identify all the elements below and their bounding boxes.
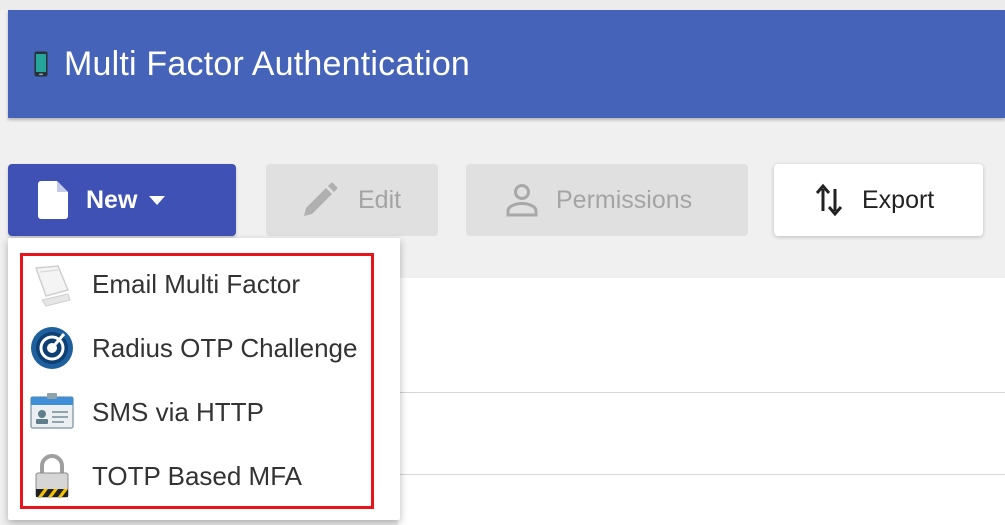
app-header: Multi Factor Authentication (8, 10, 1005, 118)
id-card-icon (30, 393, 74, 429)
new-button-label: New (86, 185, 138, 214)
content-panel (398, 278, 1005, 525)
menu-item-label: Radius OTP Challenge (92, 332, 358, 363)
caret-down-icon (149, 195, 166, 205)
new-button[interactable]: New (8, 164, 236, 236)
menu-item-sms-via-http[interactable]: SMS via HTTP (22, 382, 372, 442)
export-button-label: Export (862, 185, 935, 214)
window-top-strip (0, 0, 1005, 10)
padlock-icon (35, 454, 69, 498)
permissions-button[interactable]: Permissions (466, 164, 748, 236)
permissions-button-label: Permissions (556, 185, 693, 214)
document-icon (38, 181, 68, 219)
mobile-phone-icon (34, 51, 48, 77)
person-icon (506, 184, 538, 217)
sort-arrows-icon (816, 183, 842, 217)
menu-item-email-multi-factor[interactable]: Email Multi Factor (22, 254, 372, 314)
edit-button-label: Edit (358, 185, 402, 214)
radius-target-icon (31, 327, 73, 369)
page-title: Multi Factor Authentication (64, 44, 471, 83)
menu-item-totp-based-mfa[interactable]: TOTP Based MFA (22, 446, 372, 506)
edit-button[interactable]: Edit (266, 164, 438, 236)
menu-item-radius-otp-challenge[interactable]: Radius OTP Challenge (22, 318, 372, 378)
menu-item-label: SMS via HTTP (92, 396, 264, 427)
row-divider (398, 474, 1005, 475)
export-button[interactable]: Export (774, 164, 983, 236)
menu-item-label: TOTP Based MFA (92, 460, 303, 491)
pencil-icon (304, 182, 338, 216)
row-divider (398, 392, 1005, 393)
menu-item-label: Email Multi Factor (92, 268, 301, 299)
envelope-paper-icon (34, 265, 71, 307)
